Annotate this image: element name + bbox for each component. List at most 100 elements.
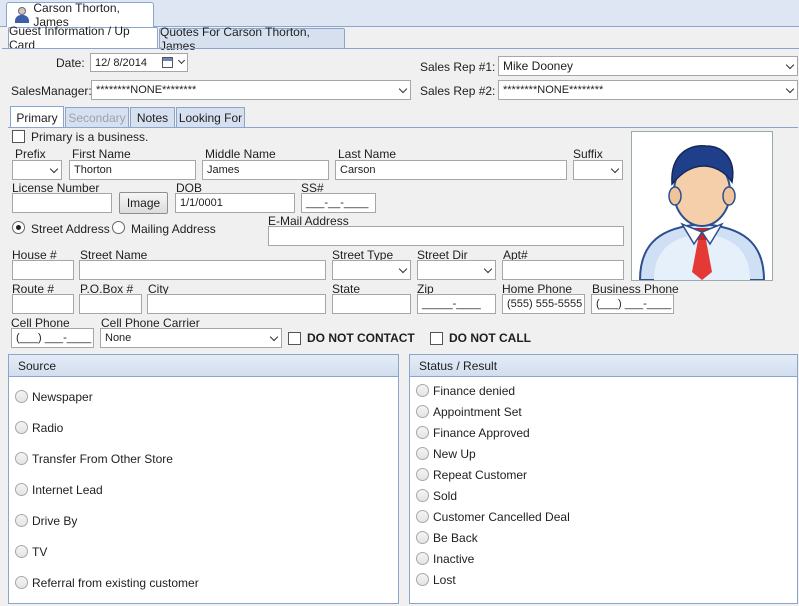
tab-primary-label: Primary [16,110,58,125]
chevron-down-icon [610,164,620,174]
middle-name-input[interactable]: James [202,160,329,180]
business-phone-input[interactable]: (___) ___-____ [591,294,674,314]
dob-value: 1/1/0001 [180,197,223,209]
chevron-down-icon [269,332,279,342]
status-option-radio[interactable] [416,468,429,481]
sales-manager-select[interactable]: ********NONE******** [91,80,411,100]
calendar-icon[interactable] [162,57,173,68]
tab-primary[interactable]: Primary [10,106,64,128]
cell-carrier-select[interactable]: None [100,328,282,348]
image-button[interactable]: Image [119,192,168,214]
status-option-radio[interactable] [416,510,429,523]
source-option-radio[interactable] [15,421,28,434]
first-name-label: First Name [72,147,131,161]
date-label: Date: [56,56,85,70]
source-option-radio[interactable] [15,576,28,589]
status-option-label: New Up [433,447,476,461]
status-option-radio[interactable] [416,531,429,544]
source-option-radio[interactable] [15,452,28,465]
apt-input[interactable] [502,260,624,280]
source-option-radio[interactable] [15,390,28,403]
status-option-label: Finance Approved [433,426,530,440]
dob-input[interactable]: 1/1/0001 [175,193,295,213]
last-name-value: Carson [340,164,376,176]
chevron-down-icon [49,164,59,174]
is-business-label: Primary is a business. [31,130,149,144]
chevron-down-icon [483,264,493,274]
route-input[interactable] [12,294,74,314]
is-business-checkbox[interactable] [12,130,25,143]
ss-value: ___-__-____ [306,197,369,209]
first-name-value: Thorton [74,164,112,176]
ss-input[interactable]: ___-__-____ [301,193,376,213]
status-option-radio[interactable] [416,573,429,586]
last-name-label: Last Name [338,147,397,161]
sales-rep1-label: Sales Rep #1: [420,60,496,74]
street-address-radio[interactable] [12,221,25,234]
home-phone-input[interactable]: (555) 555-5555 [502,294,585,314]
source-option-label: Internet Lead [32,483,103,497]
status-option-radio[interactable] [416,426,429,439]
prefix-select[interactable] [12,160,62,180]
source-option-label: Drive By [32,514,78,528]
pobox-input[interactable] [79,294,142,314]
business-phone-value: (___) ___-____ [596,298,672,310]
tab-looking-for[interactable]: Looking For [176,107,245,128]
source-option-radio[interactable] [15,545,28,558]
street-type-select[interactable] [332,260,411,280]
source-header: Source [9,355,398,377]
person-avatar-icon [638,144,766,281]
source-option-label: Referral from existing customer [32,576,199,590]
guest-photo[interactable] [631,131,773,281]
home-phone-value: (555) 555-5555 [507,298,583,310]
do-not-call-label: DO NOT CALL [449,331,531,345]
license-input[interactable] [12,193,112,213]
status-option-label: Finance denied [433,384,516,398]
cell-phone-input[interactable]: (___) ___-____ [11,328,94,348]
sales-rep1-select[interactable]: Mike Dooney [498,56,798,76]
source-option-label: Radio [32,421,64,435]
do-not-contact-label: DO NOT CONTACT [307,331,415,345]
state-input[interactable] [332,294,411,314]
sales-rep2-value: ********NONE******** [503,84,604,96]
do-not-call-checkbox[interactable] [430,332,443,345]
status-option-radio[interactable] [416,405,429,418]
tab-secondary[interactable]: Secondary [65,107,129,128]
first-name-input[interactable]: Thorton [69,160,196,180]
cell-carrier-value: None [105,332,132,344]
status-option-radio[interactable] [416,489,429,502]
sales-rep2-select[interactable]: ********NONE******** [498,80,798,100]
house-input[interactable] [12,260,74,280]
status-option-radio[interactable] [416,447,429,460]
city-input[interactable] [147,294,326,314]
zip-input[interactable]: _____-____ [417,294,496,314]
suffix-label: Suffix [573,147,603,161]
street-dir-select[interactable] [417,260,496,280]
tab-notes[interactable]: Notes [130,107,175,128]
status-option-label: Be Back [433,531,478,545]
suffix-select[interactable] [573,160,623,180]
date-picker[interactable]: 12/ 8/2014 [90,53,188,72]
middle-name-value: James [207,164,240,176]
source-option-label: Newspaper [32,390,93,404]
chevron-down-icon [177,56,186,65]
sales-manager-value: ********NONE******** [96,84,197,96]
middle-name-label: Middle Name [205,147,276,161]
chevron-down-icon [785,60,795,70]
email-input[interactable] [268,226,624,246]
tab-looking-for-label: Looking For [178,111,243,125]
source-title: Source [18,358,57,373]
source-option-radio[interactable] [15,514,28,527]
status-option-radio[interactable] [416,552,429,565]
chevron-down-icon [398,84,408,94]
street-name-input[interactable] [79,260,326,280]
do-not-contact-checkbox[interactable] [288,332,301,345]
source-option-radio[interactable] [15,483,28,496]
status-option-radio[interactable] [416,384,429,397]
mailing-address-radio[interactable] [112,221,125,234]
tab-guest-information[interactable]: Guest Information / Up Card [8,24,158,52]
tab-quotes[interactable]: Quotes For Carson Thorton, James [159,25,345,53]
street-address-label: Street Address [31,222,110,236]
last-name-input[interactable]: Carson [335,160,567,180]
zip-value: _____-____ [422,298,481,310]
